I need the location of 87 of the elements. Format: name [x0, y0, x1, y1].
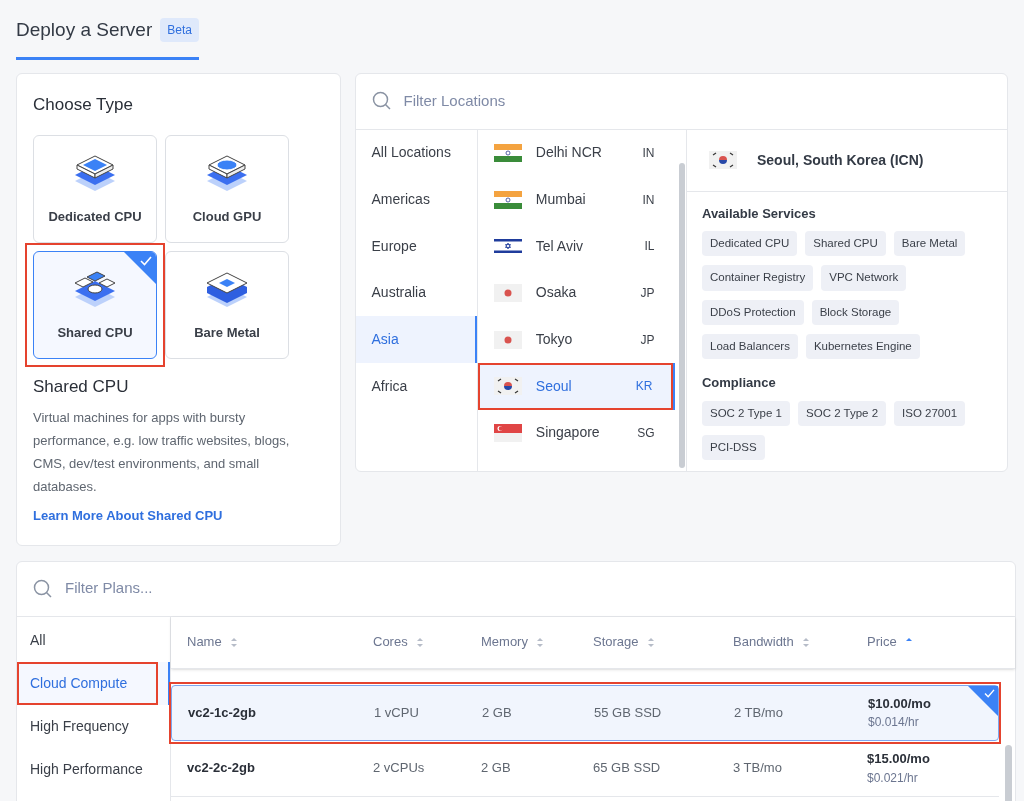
server-type-card[interactable]: Cloud GPU: [165, 135, 289, 243]
checkmark-icon: [984, 688, 995, 698]
table-cell-text: 2 GB: [481, 759, 512, 778]
flag-icon: [493, 237, 522, 256]
service-tag: Shared CPU: [805, 231, 886, 257]
beta-badge: Beta: [160, 18, 199, 43]
plan-category-tab[interactable]: All: [17, 618, 170, 662]
compliance-heading: Compliance: [702, 374, 777, 392]
location-search-field[interactable]: Filter Locations: [403, 89, 804, 113]
flag-icon: [493, 143, 522, 162]
region-tab[interactable]: All Locations: [355, 129, 477, 177]
plan-row[interactable]: vc2-2c-2gb 2 vCPUs 2 GB 65 GB SSD 3 TB/mo $15.00/mo $0.021/hr: [171, 740, 999, 797]
city-option[interactable]: Singapore SG: [477, 409, 675, 457]
region-tab[interactable]: Americas: [355, 176, 477, 223]
column-header[interactable]: Name: [187, 632, 222, 652]
table-cell-text: 2 vCPUs: [373, 759, 426, 778]
plan-search-field[interactable]: Filter Plans...: [65, 577, 465, 600]
region-tab[interactable]: Asia: [355, 316, 477, 363]
table-cell-text: 55 GB SSD: [594, 703, 663, 722]
service-tag: PCI-DSS: [702, 434, 765, 460]
table-cell-text: vc2-1c-2gb: [188, 703, 257, 722]
server-type-card[interactable]: Shared CPU: [33, 251, 157, 359]
service-tag: Container Registry: [702, 265, 814, 291]
flag-icon: [493, 377, 522, 396]
type-heading: Shared CPU: [33, 376, 130, 398]
search-icon: [371, 91, 392, 111]
service-tag: Dedicated CPU: [702, 231, 798, 257]
server-type-card[interactable]: Bare Metal: [165, 251, 289, 359]
column-header[interactable]: Cores: [373, 632, 408, 652]
page-title: Deploy a Server: [16, 18, 153, 42]
column-header[interactable]: Memory: [481, 632, 528, 652]
plan-category-tab[interactable]: Cloud Compute: [17, 661, 170, 705]
plan-category-tab[interactable]: High Performance: [17, 747, 170, 791]
price-monthly: $10.00/mo: [868, 694, 932, 713]
flag-icon: [493, 190, 522, 209]
sort-icon[interactable]: [229, 636, 238, 648]
sort-icon[interactable]: [535, 636, 544, 648]
service-tag: SOC 2 Type 2: [798, 400, 887, 426]
plan-row[interactable]: vc2-1c-2gb 1 vCPU 2 GB 55 GB SSD 2 TB/mo $10.00/mo $0.014/hr: [171, 684, 999, 741]
sort-icon[interactable]: [801, 636, 810, 648]
type-description: Virtual machines for apps with bursty performance, e.g. low traffic websites, blogs, CMS, dev/test environments, and small databases.: [33, 408, 291, 496]
table-cell-text: 2 TB/mo: [734, 703, 784, 722]
server-type-card[interactable]: Dedicated CPU: [33, 135, 157, 243]
table-cell-text: 3 TB/mo: [733, 759, 783, 778]
city-option[interactable]: Tokyo JP: [477, 316, 675, 363]
service-tag: Load Balancers: [702, 333, 798, 359]
flag-icon: [709, 151, 737, 169]
city-option[interactable]: Osaka JP: [477, 269, 675, 317]
table-cell-text: 2 GB: [482, 703, 513, 722]
selected-corner-icon: [968, 685, 998, 716]
service-tag: Block Storage: [811, 299, 900, 325]
service-tag: VPC Network: [821, 265, 907, 291]
service-tag: Kubernetes Engine: [805, 333, 920, 359]
region-tab[interactable]: Europe: [355, 222, 477, 270]
plan-category-tab[interactable]: High Frequency: [17, 704, 170, 748]
table-cell-text: vc2-2c-2gb: [187, 759, 256, 778]
column-header[interactable]: Bandwidth: [733, 632, 794, 652]
city-option[interactable]: Delhi NCR IN: [477, 129, 675, 177]
table-cell-text: 1 vCPU: [374, 703, 420, 722]
price-hourly: $0.021/hr: [867, 769, 919, 787]
location-name: Seoul, South Korea (ICN): [757, 150, 924, 170]
scrollbar[interactable]: [1005, 744, 1012, 801]
column-header[interactable]: Storage: [593, 632, 639, 652]
region-tab[interactable]: Africa: [355, 362, 477, 410]
service-tag: SOC 2 Type 1: [702, 400, 790, 426]
learn-more-link[interactable]: Learn More About Shared CPU: [33, 505, 223, 525]
flag-icon: [493, 330, 522, 349]
sort-icon[interactable]: [646, 636, 655, 648]
column-header[interactable]: Price: [867, 632, 897, 652]
price-monthly: $15.00/mo: [867, 750, 931, 769]
city-option[interactable]: Mumbai IN: [477, 176, 675, 223]
table-cell-text: 65 GB SSD: [593, 759, 662, 778]
city-option[interactable]: Tel Aviv IL: [477, 222, 675, 270]
service-tag: ISO 27001: [894, 400, 966, 426]
city-option[interactable]: Seoul KR: [477, 362, 675, 410]
flag-icon: [493, 423, 522, 442]
sort-icon[interactable]: [415, 636, 424, 648]
search-icon: [33, 578, 53, 599]
flag-icon: [493, 283, 522, 302]
service-tag: Bare Metal: [893, 231, 966, 257]
service-tag: DDoS Protection: [702, 299, 804, 325]
checkmark-icon: [140, 256, 152, 266]
section-title: Choose Type: [33, 93, 134, 116]
region-tab[interactable]: Australia: [355, 269, 477, 317]
scrollbar[interactable]: [678, 162, 685, 468]
services-heading: Available Services: [702, 204, 817, 223]
price-hourly: $0.014/hr: [868, 714, 920, 732]
